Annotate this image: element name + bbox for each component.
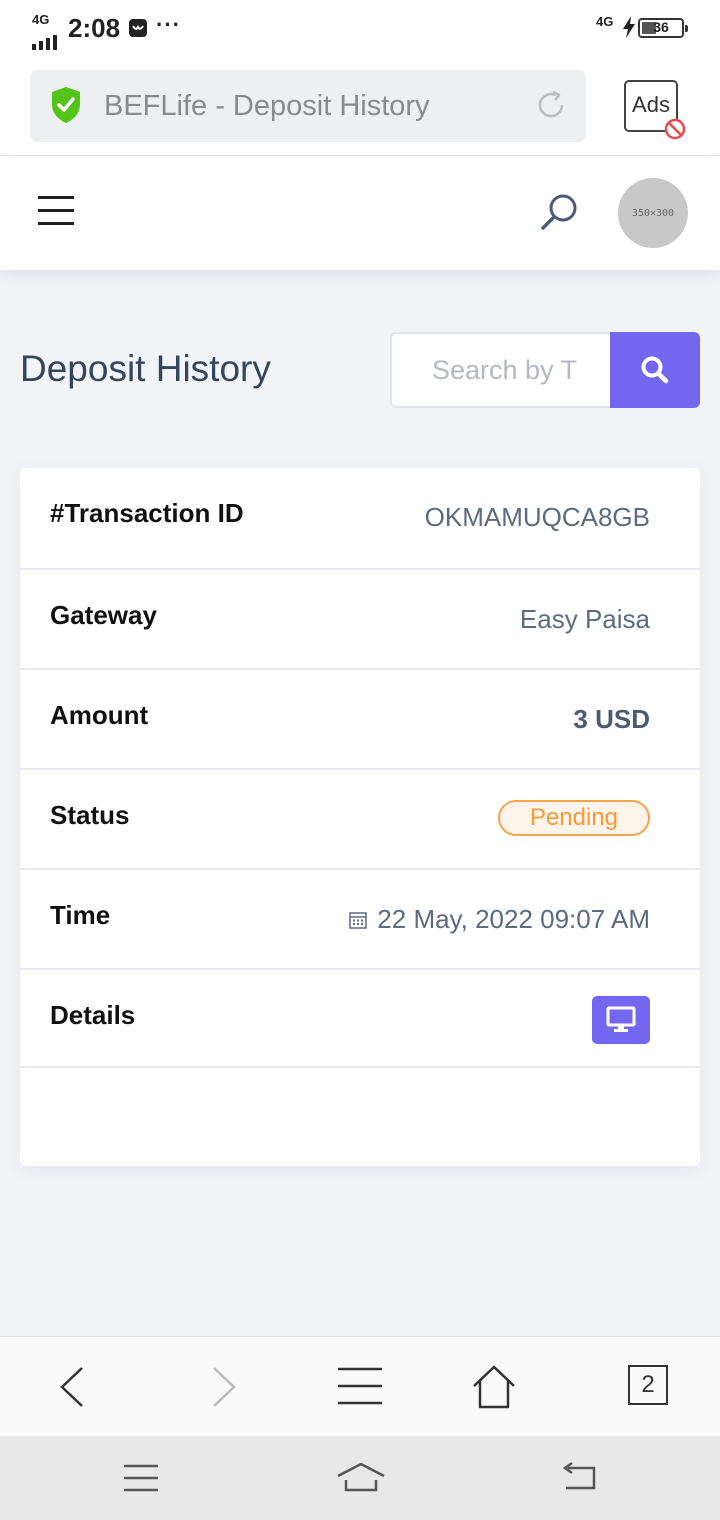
search-form [390,332,700,408]
charging-icon [622,16,636,38]
ads-label: Ads [632,92,670,117]
system-back-icon[interactable] [560,1461,600,1494]
gateway-value: Easy Paisa [519,604,650,634]
page-title: Deposit History [20,348,271,389]
forward-icon[interactable] [200,1365,248,1409]
no-entry-icon [664,118,686,140]
transaction-id-label: #Transaction ID [50,498,244,528]
deposit-card: #Transaction ID OKMAMUQCA8GB Gateway Eas… [20,468,700,1166]
browser-navigation-bar: 2 [0,1336,720,1436]
battery-level: 36 [653,19,669,35]
details-label: Details [50,1000,136,1030]
amount-label: Amount [50,700,149,730]
time-value: 22 May, 2022 09:07 AM [377,904,650,934]
more-notifications-icon: ··· [156,12,181,37]
table-row: Amount 3 USD [20,668,700,768]
time-value-wrap: 22 May, 2022 09:07 AM [349,904,650,935]
gateway-label: Gateway [50,600,157,630]
table-row: Gateway Easy Paisa [20,568,700,668]
monitor-icon [606,1006,636,1032]
browser-menu-icon[interactable] [336,1365,384,1409]
message-notification-icon [128,18,148,38]
transaction-id-value: OKMAMUQCA8GB [424,502,650,532]
search-button[interactable] [610,332,700,408]
back-icon[interactable] [48,1365,96,1409]
avatar[interactable]: 350×300 [618,178,688,248]
table-row: Time 22 May, 2022 09:07 AM [20,868,700,968]
amount-value: 3 USD [573,704,650,734]
table-row: #Transaction ID OKMAMUQCA8GB [20,468,700,568]
network-type-left: 4G [32,12,50,27]
status-badge: Pending [498,800,650,836]
home-icon[interactable] [470,1365,518,1409]
search-input[interactable] [390,332,612,408]
network-type-right: 4G [596,14,614,29]
secure-shield-icon [50,86,82,124]
system-navigation-bar [0,1436,720,1520]
details-button[interactable] [592,996,650,1044]
site-header: 350×300 [0,156,720,270]
table-row: Status Pending [20,768,700,868]
menu-icon[interactable] [38,196,74,226]
browser-toolbar: BEFLife - Deposit History Ads [0,56,720,156]
status-label: Status [50,800,130,830]
search-icon [641,356,669,384]
clock: 2:08 [68,13,121,43]
calendar-icon [349,911,368,929]
table-row: Details [20,968,700,1068]
battery-icon: 36 [638,18,688,38]
system-home-icon[interactable] [336,1462,386,1494]
address-bar-title: BEFLife - Deposit History [104,90,430,122]
reload-icon[interactable] [534,88,568,122]
time-label: Time [50,900,111,930]
status-bar: 4G 2:08 ··· 4G 36 [0,0,720,56]
ad-block-button[interactable]: Ads [624,80,686,140]
tabs-button[interactable]: 2 [628,1365,668,1405]
recent-apps-icon[interactable] [122,1462,162,1494]
signal-icon: 4G [32,12,62,50]
address-bar[interactable]: BEFLife - Deposit History [30,70,586,142]
search-icon[interactable] [538,192,582,232]
